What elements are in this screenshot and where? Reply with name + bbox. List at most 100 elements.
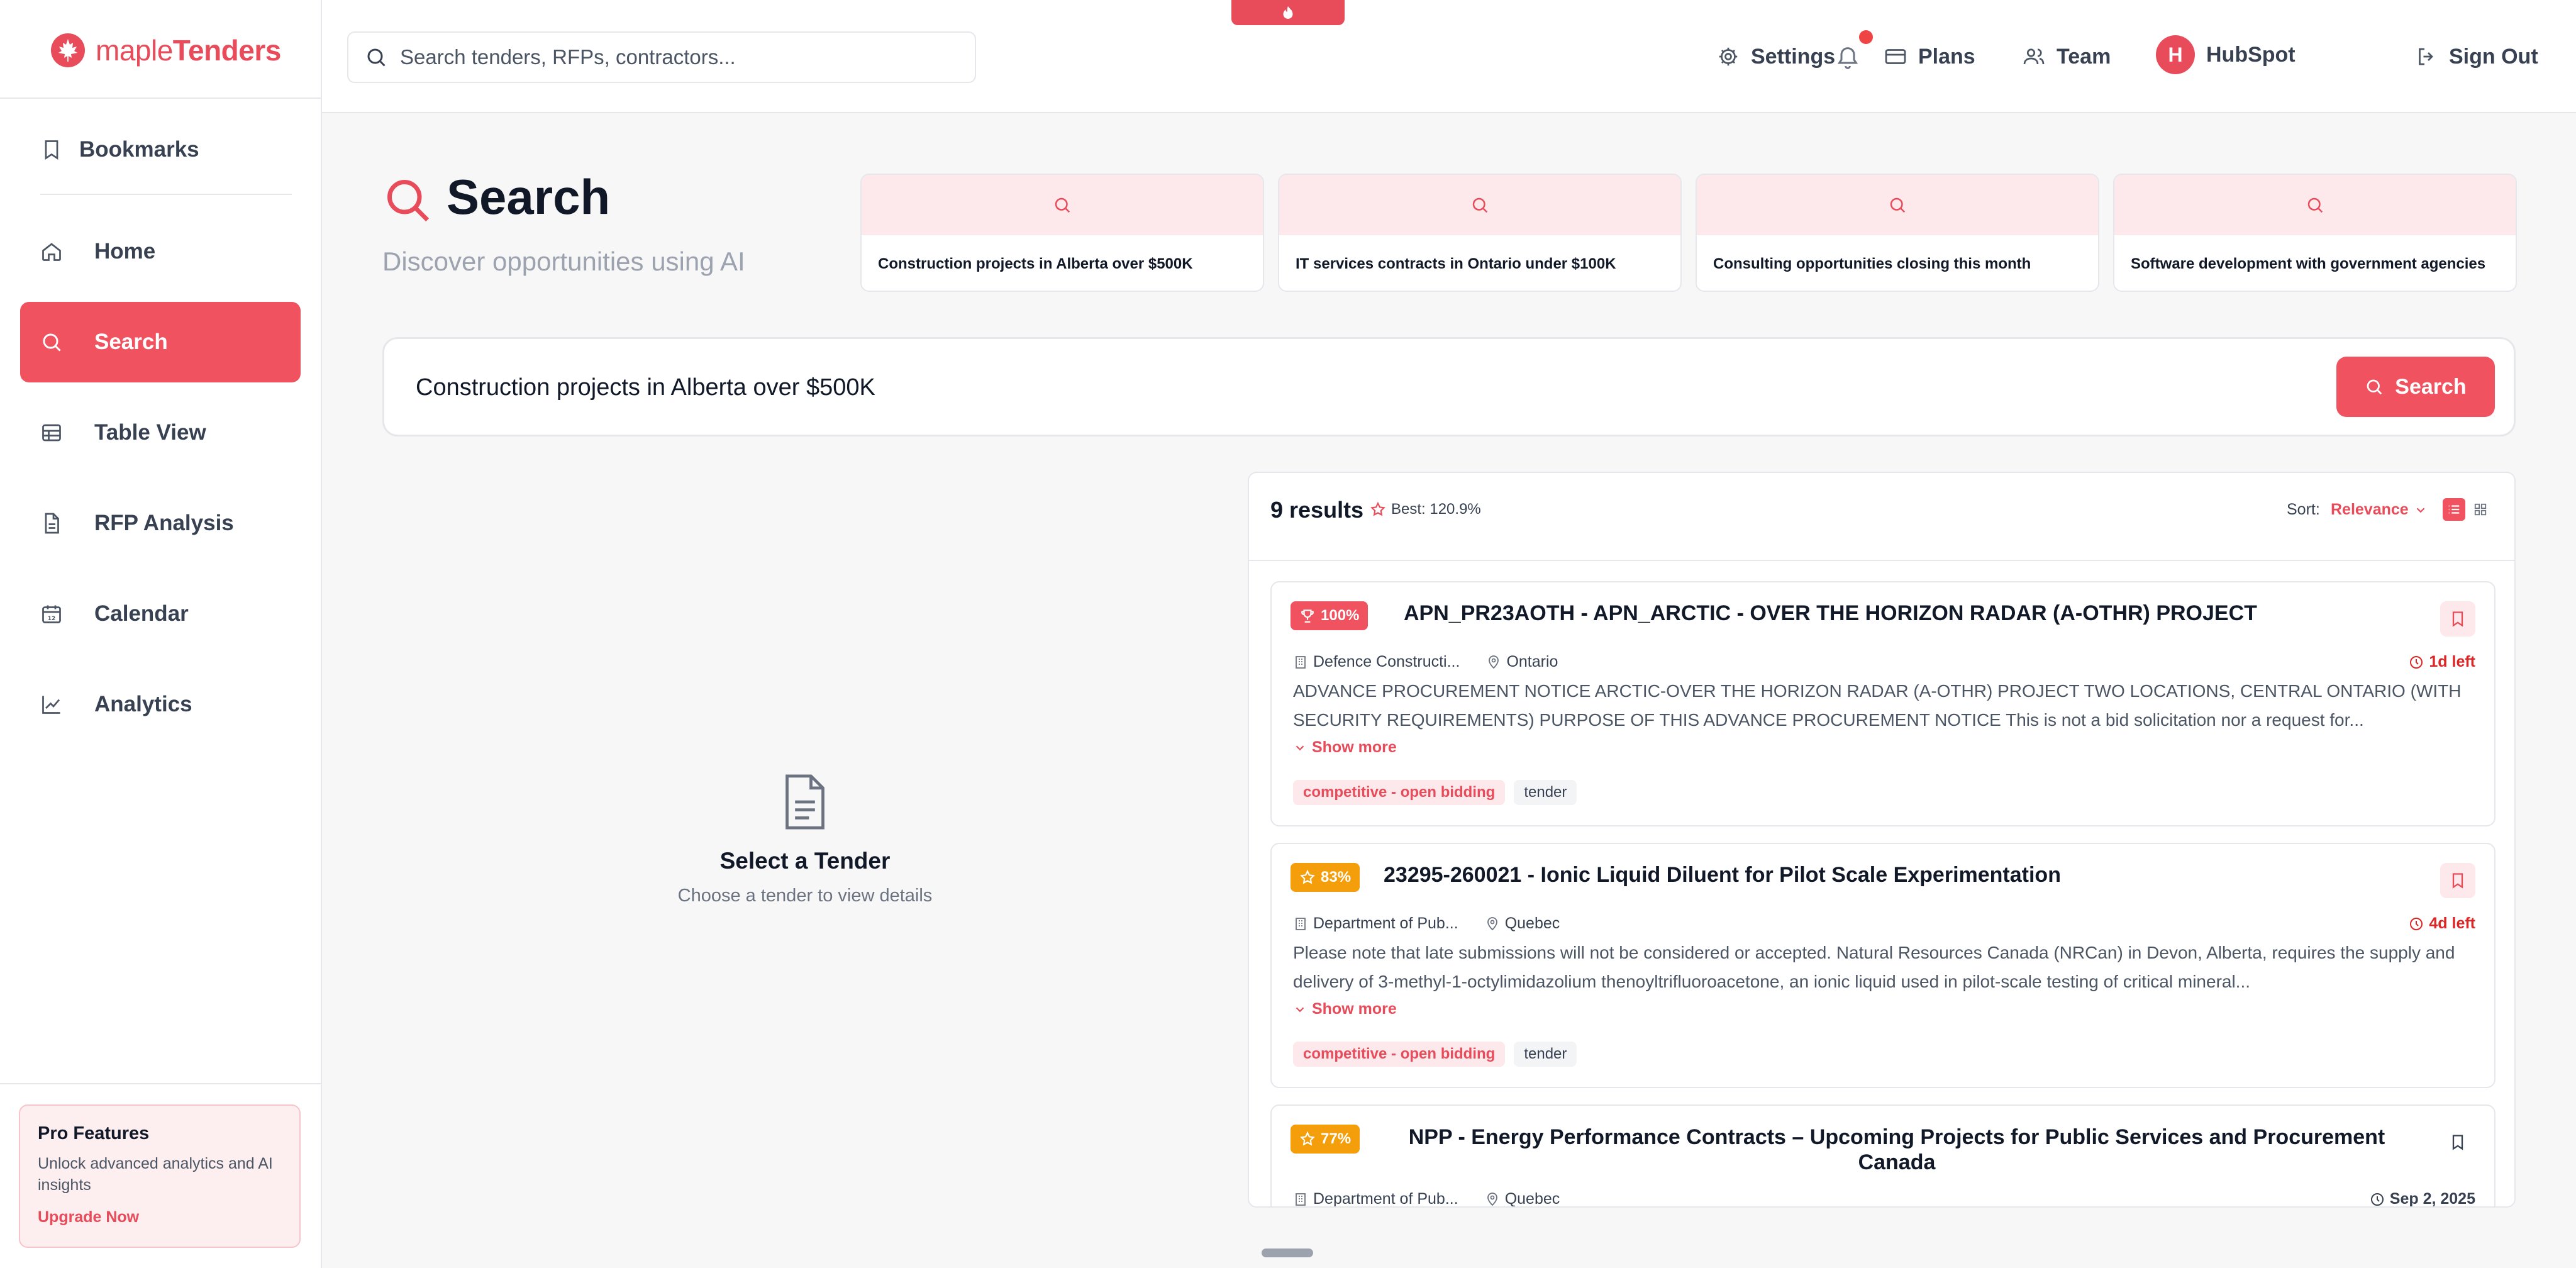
- suggestion-text: Consulting opportunities closing this mo…: [1713, 255, 2031, 272]
- bookmark-button[interactable]: [2440, 863, 2475, 898]
- match-score-badge: 83%: [1291, 863, 1360, 892]
- divider: [40, 194, 292, 195]
- clock-icon: [2410, 917, 2423, 930]
- tender-card[interactable]: 100% APN_PR23AOTH - APN_ARCTIC - OVER TH…: [1270, 581, 2496, 826]
- sidebar-item-home[interactable]: Home: [20, 211, 301, 292]
- sidebar-item-label: Calendar: [94, 601, 189, 626]
- suggestion-header: [2114, 175, 2516, 235]
- tender-tags: competitive - open bidding tender: [1293, 780, 1577, 805]
- map-pin-icon: [1487, 1192, 1497, 1206]
- tender-meta: Defence Constructi... Ontario: [1293, 653, 1558, 671]
- user-menu[interactable]: H HubSpot: [2156, 35, 2296, 74]
- svg-text:12: 12: [48, 616, 56, 622]
- ai-search-bar: Search: [382, 337, 2516, 437]
- sort-label: Sort:: [2287, 501, 2320, 518]
- suggestion-header: [862, 175, 1263, 235]
- tender-deadline: 1d left: [2409, 653, 2475, 671]
- bookmark-icon: [2452, 1135, 2463, 1150]
- show-more-button[interactable]: Show more: [1293, 1000, 1397, 1018]
- tag: competitive - open bidding: [1293, 1042, 1506, 1067]
- team-label: Team: [2057, 44, 2111, 69]
- best-score-label: Best: 120.9%: [1391, 501, 1481, 518]
- global-search[interactable]: [347, 31, 976, 83]
- deadline-text: Sep 2, 2025: [2389, 1190, 2475, 1208]
- users-icon: [2023, 48, 2045, 65]
- sidebar-item-label: Search: [94, 330, 168, 354]
- deadline-text: 4d left: [2429, 915, 2475, 932]
- bookmark-button[interactable]: [2440, 601, 2475, 637]
- suggestion-header: [1279, 175, 1680, 235]
- results-panel[interactable]: 9 results Best: 120.9% Sort: Relevance 1…: [1248, 472, 2516, 1208]
- app-name: mapleTenders: [96, 34, 281, 67]
- sidebar-item-search[interactable]: Search: [20, 302, 301, 382]
- sidebar-item-analytics[interactable]: Analytics: [20, 664, 301, 745]
- maple-leaf-logo-icon: [51, 33, 85, 67]
- sidebar-item-label: RFP Analysis: [94, 511, 234, 535]
- search-button-label: Search: [2395, 374, 2467, 399]
- results-header: 9 results Best: 120.9% Sort: Relevance: [1249, 473, 2514, 561]
- show-more-button[interactable]: Show more: [1293, 738, 1397, 757]
- building-icon: [1296, 1193, 1306, 1206]
- tender-organization: Department of Pub...: [1313, 915, 1458, 932]
- match-score-badge: 100%: [1291, 601, 1368, 630]
- search-icon: [1472, 197, 1488, 213]
- building-icon: [1296, 655, 1306, 669]
- plans-label: Plans: [1918, 44, 1975, 69]
- star-icon: [1300, 1131, 1315, 1146]
- grid-icon: [2474, 503, 2487, 516]
- tender-title[interactable]: APN_PR23AOTH - APN_ARCTIC - OVER THE HOR…: [1404, 601, 2257, 626]
- bookmark-button[interactable]: [2440, 1125, 2475, 1160]
- match-score: 100%: [1321, 607, 1360, 624]
- star-icon: [1370, 501, 1385, 516]
- search-icon: [2307, 197, 2323, 213]
- suggestion-card[interactable]: Consulting opportunities closing this mo…: [1696, 174, 2099, 292]
- sidebar-item-rfp-analysis[interactable]: RFP Analysis: [20, 483, 301, 564]
- global-search-input[interactable]: [400, 45, 953, 69]
- upgrade-now-link[interactable]: Upgrade Now: [38, 1208, 282, 1226]
- grid-view-toggle[interactable]: [2469, 498, 2492, 521]
- avatar: H: [2156, 35, 2195, 74]
- suggestion-card[interactable]: IT services contracts in Ontario under $…: [1278, 174, 1682, 292]
- sort-dropdown[interactable]: Relevance: [2331, 501, 2428, 519]
- star-icon: [1300, 869, 1315, 884]
- settings-button[interactable]: Settings: [1717, 39, 1835, 74]
- suggestion-card[interactable]: Software development with government age…: [2113, 174, 2517, 292]
- sidebar-item-bookmarks[interactable]: Bookmarks: [20, 109, 301, 190]
- tender-card[interactable]: 77% NPP - Energy Performance Contracts –…: [1270, 1104, 2496, 1208]
- table-icon: [42, 424, 61, 442]
- tender-title[interactable]: 23295-260021 - Ionic Liquid Diluent for …: [1384, 863, 2061, 887]
- chevron-down-icon: [1296, 1006, 1304, 1012]
- tender-meta: Department of Pub... Quebec: [1293, 915, 1560, 933]
- search-icon: [43, 333, 61, 352]
- document-icon: [45, 513, 59, 534]
- sign-out-button[interactable]: Sign Out: [2415, 39, 2538, 74]
- page-subtitle: Discover opportunities using AI: [382, 247, 745, 276]
- match-score: 83%: [1321, 869, 1352, 886]
- suggestion-card[interactable]: Construction projects in Alberta over $5…: [860, 174, 1264, 292]
- ai-search-input[interactable]: [416, 364, 2302, 411]
- sidebar-item-calendar[interactable]: 12 Calendar: [20, 574, 301, 654]
- team-button[interactable]: Team: [2023, 39, 2111, 74]
- building-icon: [1296, 917, 1306, 930]
- bell-icon[interactable]: [1835, 43, 1860, 70]
- suggestion-text: Software development with government age…: [2131, 255, 2486, 272]
- tender-meta: Department of Pub... Quebec: [1293, 1190, 1560, 1206]
- list-view-toggle[interactable]: [2443, 498, 2465, 521]
- match-score: 77%: [1321, 1130, 1352, 1147]
- pro-features-card: Pro Features Unlock advanced analytics a…: [19, 1104, 301, 1248]
- clock-icon: [2370, 1193, 2384, 1206]
- tender-card[interactable]: 83% 23295-260021 - Ionic Liquid Diluent …: [1270, 843, 2496, 1088]
- search-icon: [1890, 197, 1906, 213]
- sidebar-item-label: Table View: [94, 420, 206, 445]
- top-header: Settings Plans Team H HubSpot Sign Out: [322, 0, 2576, 113]
- sidebar-item-table-view[interactable]: Table View: [20, 392, 301, 473]
- search-button[interactable]: Search: [2336, 357, 2495, 417]
- app-logo[interactable]: mapleTenders: [49, 31, 281, 69]
- home-icon: [42, 243, 61, 261]
- home-indicator[interactable]: [1262, 1249, 1313, 1257]
- pro-features-title: Pro Features: [38, 1123, 150, 1143]
- tender-title[interactable]: NPP - Energy Performance Contracts – Upc…: [1406, 1125, 2387, 1175]
- browser-top-tab[interactable]: [1231, 0, 1345, 25]
- empty-state-title: Select a Tender: [719, 848, 891, 874]
- plans-button[interactable]: Plans: [1884, 39, 1975, 74]
